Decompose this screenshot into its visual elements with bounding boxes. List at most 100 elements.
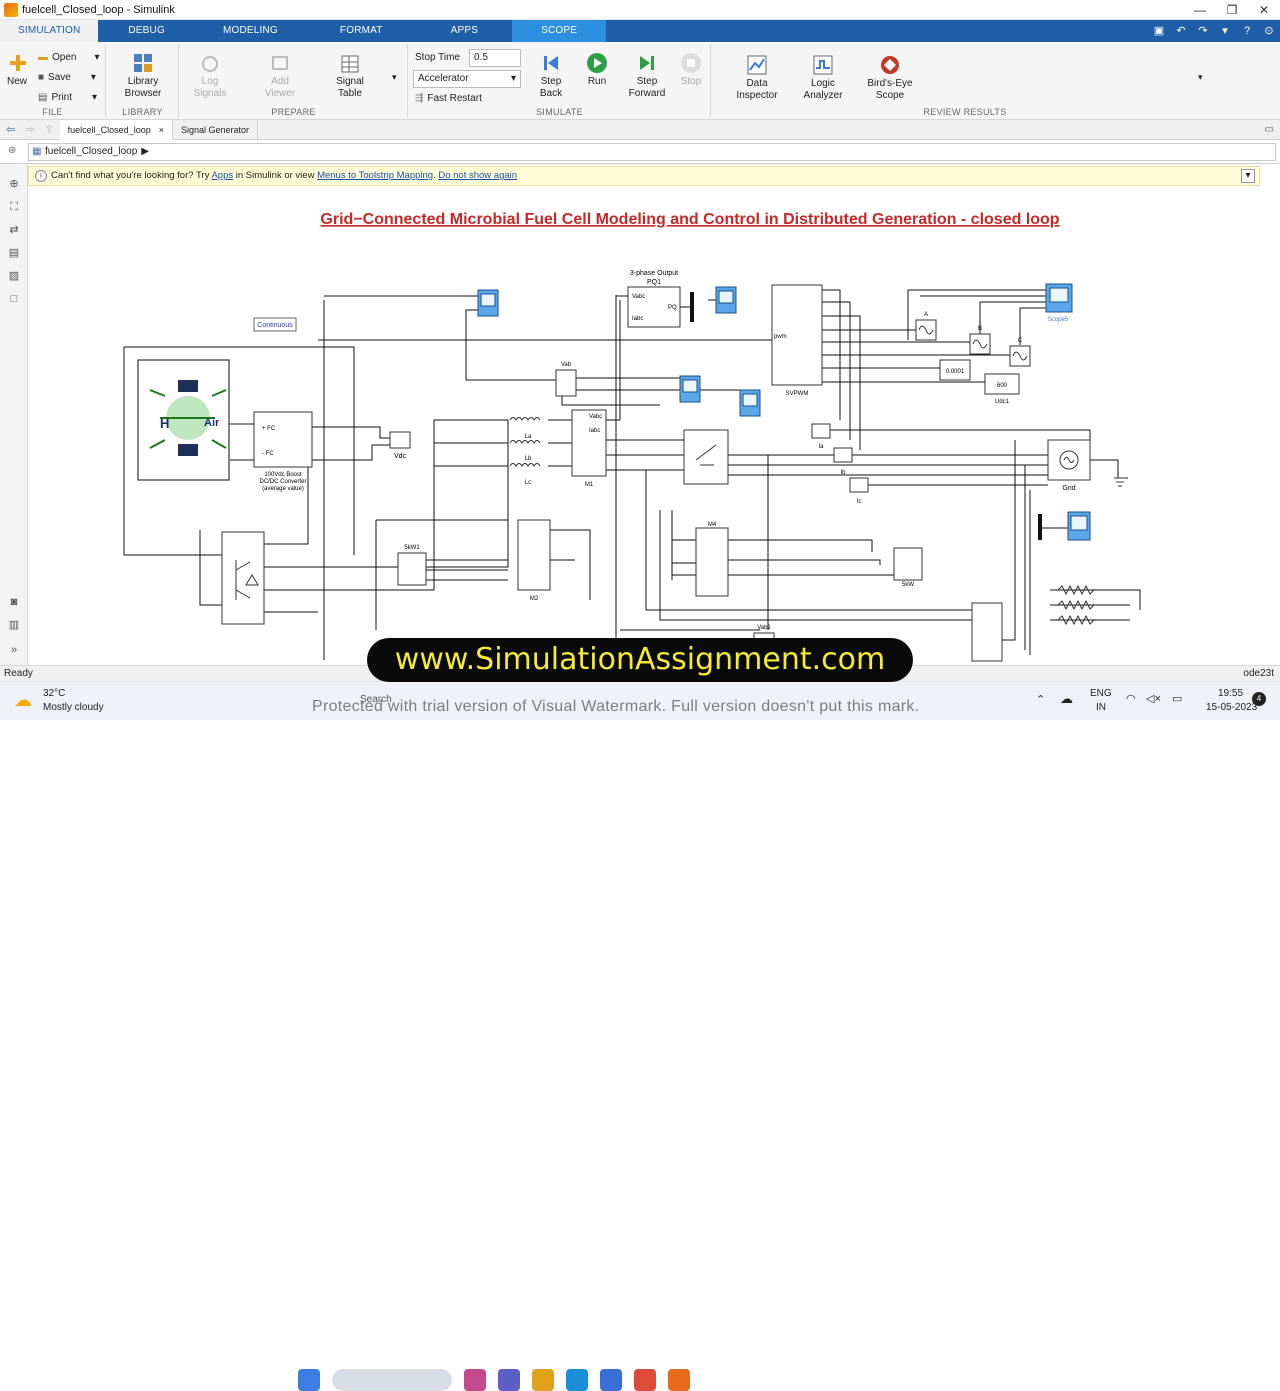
- add-viewer-button[interactable]: Add Viewer: [258, 54, 302, 100]
- area-icon[interactable]: □: [7, 293, 21, 305]
- tab-modeling[interactable]: MODELING: [195, 20, 306, 42]
- tab-apps[interactable]: APPS: [417, 20, 512, 42]
- volume-icon[interactable]: ◁×: [1146, 692, 1161, 705]
- prepare-expand-icon[interactable]: ▾: [392, 72, 397, 83]
- back-icon[interactable]: ⇦: [0, 123, 21, 136]
- battery-icon[interactable]: ▭: [1172, 692, 1182, 705]
- birds-eye-scope-button[interactable]: Bird's-Eye Scope: [862, 54, 918, 102]
- signal-table-button[interactable]: Signal Table: [328, 54, 372, 100]
- clock-time[interactable]: 19:55: [1218, 688, 1243, 699]
- new-icon: [10, 55, 26, 71]
- minimize-icon[interactable]: —: [1184, 0, 1216, 20]
- clock-date[interactable]: 15-05-2023: [1206, 702, 1257, 713]
- logic-analyzer-icon: [813, 55, 833, 75]
- do-not-show-link[interactable]: Do not show again: [438, 170, 517, 181]
- run-button[interactable]: Run: [579, 52, 615, 88]
- notification-badge[interactable]: 4: [1252, 692, 1266, 706]
- close-icon[interactable]: ✕: [1248, 0, 1280, 20]
- simulation-mode-select[interactable]: Accelerator ▾: [413, 70, 521, 88]
- load-5kw1-block: [397, 552, 427, 586]
- chrome-icon[interactable]: [634, 1369, 656, 1391]
- tab-debug[interactable]: DEBUG: [98, 20, 195, 42]
- open-button[interactable]: ▬ Open ▾: [38, 52, 100, 63]
- more-icon[interactable]: ▾: [1214, 20, 1236, 42]
- explorer-icon[interactable]: [532, 1369, 554, 1391]
- image-icon[interactable]: ▨: [7, 270, 21, 282]
- lang-2[interactable]: IN: [1096, 702, 1106, 713]
- matlab-taskbar-icon[interactable]: [668, 1369, 690, 1391]
- stop-button[interactable]: Stop: [675, 52, 707, 88]
- svg-text:Lb: Lb: [525, 456, 532, 462]
- apps-link[interactable]: Apps: [211, 170, 233, 181]
- tab-scope[interactable]: SCOPE: [512, 20, 607, 42]
- search-box[interactable]: [332, 1369, 452, 1391]
- logic-analyzer-button[interactable]: Logic Analyzer: [798, 54, 848, 102]
- annotation-icon[interactable]: ▤: [7, 247, 21, 259]
- svg-text:Vabc: Vabc: [632, 294, 645, 300]
- svpwm-label: SVPWM: [786, 391, 809, 397]
- file-group: New ▬ Open ▾ ■ Save ▾ ▤ Print ▾ FILE: [0, 44, 106, 118]
- mail-icon[interactable]: [600, 1369, 622, 1391]
- continuous-label: Continuous: [257, 322, 293, 329]
- camera-icon[interactable]: ◙: [7, 596, 21, 608]
- breadcrumb[interactable]: ▦ fuelcell_Closed_loop ▶: [28, 143, 1276, 161]
- tab-simulation[interactable]: SIMULATION: [0, 20, 99, 42]
- svg-text:M1: M1: [585, 482, 594, 488]
- igbt-block: [221, 531, 265, 625]
- step-forward-button[interactable]: Step Forward: [625, 52, 669, 100]
- doc-tab-model[interactable]: fuelcell_Closed_loop ×: [59, 119, 173, 140]
- model-browser-icon[interactable]: ⊛: [8, 145, 16, 156]
- stop-time-input[interactable]: 0.5: [469, 49, 521, 67]
- forward-icon[interactable]: ⇨: [21, 123, 38, 136]
- edge-icon[interactable]: [566, 1369, 588, 1391]
- start-icon[interactable]: [298, 1369, 320, 1391]
- ia-block: [811, 423, 831, 439]
- svg-text:Vab1: Vab1: [757, 625, 771, 631]
- data-inspector-button[interactable]: Data Inspector: [732, 54, 782, 102]
- toolstrip-mapping-link[interactable]: Menus to Toolstrip Mapping: [317, 170, 433, 181]
- lang-1[interactable]: ENG: [1090, 688, 1112, 699]
- wifi-icon[interactable]: ◠: [1126, 692, 1136, 705]
- tab-format[interactable]: FORMAT: [306, 20, 417, 42]
- boost-label-2: DC/DC Converter: [259, 479, 306, 485]
- review-expand-icon[interactable]: ▾: [1198, 72, 1203, 83]
- pq-label: PQ1: [647, 279, 661, 286]
- log-signals-button[interactable]: Log Signals: [188, 54, 232, 100]
- block-diagram: Grid−Connected Microbial Fuel Cell Model…: [123, 211, 1141, 662]
- scope5-label: Scope5: [1048, 317, 1069, 323]
- doc-tab-signal-generator[interactable]: Signal Generator: [173, 119, 259, 140]
- svg-text:Lc: Lc: [525, 480, 531, 486]
- arrows-icon[interactable]: ⇄: [7, 224, 21, 236]
- up-icon[interactable]: ⇧: [38, 123, 59, 136]
- onedrive-icon[interactable]: ☁: [1060, 691, 1073, 707]
- expand-icon[interactable]: ⊙: [1258, 20, 1280, 42]
- save-quick-icon[interactable]: ▣: [1148, 20, 1170, 42]
- save-button[interactable]: ■ Save ▾: [38, 72, 96, 83]
- step-forward-icon: [640, 56, 654, 70]
- infobar-dropdown-icon[interactable]: ▾: [1241, 169, 1255, 183]
- app-icon-1[interactable]: [464, 1369, 486, 1391]
- step-back-button[interactable]: Step Back: [533, 52, 569, 100]
- teams-icon[interactable]: [498, 1369, 520, 1391]
- print-button[interactable]: ▤ Print ▾: [38, 92, 97, 103]
- restore-doc-icon[interactable]: ▭: [1265, 124, 1274, 135]
- model-canvas[interactable]: Grid−Connected Microbial Fuel Cell Model…: [28, 164, 1280, 665]
- expand-sidebar-icon[interactable]: »: [7, 644, 21, 656]
- restore-icon[interactable]: ❐: [1216, 0, 1248, 20]
- svg-text:A: A: [924, 312, 928, 318]
- new-button[interactable]: New: [4, 52, 30, 88]
- disk-icon: ■: [38, 72, 45, 83]
- fit-view-icon[interactable]: ⛶: [7, 201, 21, 213]
- properties-icon[interactable]: ▥: [7, 619, 21, 631]
- redo-icon[interactable]: ↷: [1192, 20, 1214, 42]
- fast-restart-button[interactable]: ⇶ Fast Restart: [415, 93, 482, 104]
- undo-icon[interactable]: ↶: [1170, 20, 1192, 42]
- ribbon: New ▬ Open ▾ ■ Save ▾ ▤ Print ▾ FILE Library B…: [0, 42, 1280, 120]
- status-ready: Ready: [4, 668, 33, 679]
- library-browser-button[interactable]: Library Browser: [119, 52, 167, 100]
- svg-text:pwm: pwm: [774, 334, 787, 340]
- library-icon: [134, 54, 152, 72]
- help-icon[interactable]: ?: [1236, 20, 1258, 42]
- tray-chevron-icon[interactable]: ⌃: [1036, 693, 1045, 706]
- zoom-icon[interactable]: ⊕: [7, 178, 21, 190]
